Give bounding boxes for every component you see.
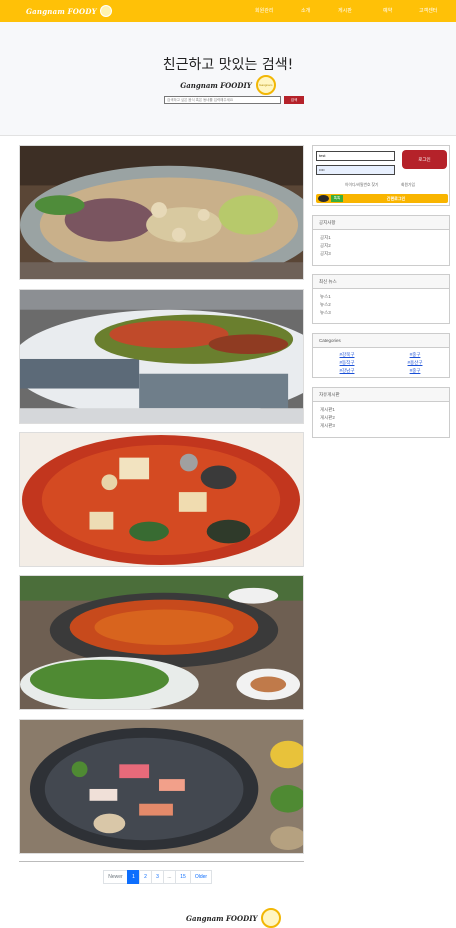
spicy-stew-photo — [20, 433, 303, 566]
login-button[interactable]: 로그인 — [402, 150, 447, 169]
categories-title: Categories — [313, 334, 449, 348]
brand-logo[interactable]: Gangnam FOODY — [26, 4, 112, 18]
sashimi-platter-photo — [20, 720, 303, 853]
jjigae-grill-photo — [20, 576, 303, 709]
boiled-pork-hotpot-photo — [20, 146, 303, 279]
footer-logo-text: Gangnam FOODIY — [186, 913, 258, 923]
feed-photo-1[interactable] — [19, 145, 304, 280]
notice-title: 공지사항 — [313, 216, 449, 230]
news-panel: 최신 뉴스 뉴스1 뉴스2 뉴스3 — [312, 274, 450, 324]
nav-item-reservation[interactable]: 예약 — [383, 7, 392, 14]
notice-panel: 공지사항 공지1 공지2 공지3 — [312, 215, 450, 266]
feed-photo-4[interactable] — [19, 575, 304, 710]
kakao-login-label: 간편로그인 — [386, 196, 406, 201]
feed-photo-2[interactable] — [19, 289, 304, 424]
nav-item-support[interactable]: 고객센터 — [419, 7, 437, 14]
free-board-item[interactable]: 게시판1 — [320, 406, 442, 414]
login-password-input[interactable]: •••• — [316, 165, 395, 175]
nav-item-board[interactable]: 게시판 — [338, 7, 352, 14]
notice-item[interactable]: 공지1 — [320, 234, 442, 242]
find-account-link[interactable]: 아이디/비밀번호 찾기 — [345, 183, 379, 188]
hero-logo: Gangnam FOODIY Gangnam — [168, 74, 288, 96]
news-item[interactable]: 뉴스2 — [320, 301, 442, 309]
hero-logo-text: Gangnam FOODIY — [180, 80, 252, 90]
category-link[interactable]: #중구 — [381, 367, 449, 375]
free-board-item[interactable]: 게시판2 — [320, 414, 442, 422]
page-older-button[interactable]: Older — [190, 870, 212, 884]
kakao-login-button[interactable]: 톡톡 간편로그인 — [316, 194, 448, 203]
free-board-title: 자유게시판 — [313, 388, 449, 402]
feed-photo-3[interactable] — [19, 432, 304, 567]
footer-logo-badge-icon — [261, 908, 282, 928]
footer-logo: Gangnam FOODIY — [186, 908, 282, 928]
category-link[interactable]: #강북구 — [313, 351, 381, 359]
hero-logo-badge-icon: Gangnam — [255, 75, 276, 95]
nav-item-about[interactable]: 소개 — [301, 7, 310, 14]
hero-title: 친근하고 맛있는 검색! — [162, 57, 294, 73]
feed-photo-5[interactable] — [19, 719, 304, 854]
notice-item[interactable]: 공지3 — [320, 250, 442, 258]
pagination: Newer 1 2 3 ... 15 Older — [103, 870, 212, 884]
news-title: 최신 뉴스 — [313, 275, 449, 289]
login-id-input[interactable]: test — [316, 151, 395, 161]
search-button[interactable]: 검색 — [284, 96, 304, 104]
brand-name: Gangnam FOODY — [26, 6, 97, 16]
feed-divider — [19, 861, 304, 862]
page-15-button[interactable]: 15 — [175, 870, 191, 884]
category-link[interactable]: #용산구 — [381, 359, 449, 367]
news-item[interactable]: 뉴스3 — [320, 309, 442, 317]
top-navbar: Gangnam FOODY 회원관리 소개 게시판 예약 고객센터 — [0, 0, 456, 22]
free-board-item[interactable]: 게시판3 — [320, 422, 442, 430]
free-board-panel: 자유게시판 게시판1 게시판2 게시판3 — [312, 387, 450, 438]
hero-section: 친근하고 맛있는 검색! Gangnam FOODIY Gangnam 검색하고… — [0, 22, 456, 136]
brand-badge-icon — [99, 5, 112, 17]
raw-fish-with-garnish-photo — [20, 290, 303, 423]
kakao-talk-icon — [318, 195, 329, 202]
categories-panel: Categories #강북구 #중구 #동작구 #용산구 #강남구 #중구 — [312, 333, 450, 378]
category-link[interactable]: #중구 — [381, 351, 449, 359]
login-box: test •••• 로그인 아이디/비밀번호 찾기 회원가입 톡톡 간편로그인 — [312, 145, 450, 206]
search-input[interactable]: 검색하고 싶은 음식 혹은 동네를 입력해주세요 — [164, 96, 281, 104]
kakao-badge: 톡톡 — [331, 195, 343, 202]
category-link[interactable]: #동작구 — [313, 359, 381, 367]
category-link[interactable]: #강남구 — [313, 367, 381, 375]
page-newer-button[interactable]: Newer — [103, 870, 128, 884]
signup-link[interactable]: 회원가입 — [401, 183, 415, 188]
nav-item-member[interactable]: 회원관리 — [255, 7, 273, 14]
news-item[interactable]: 뉴스1 — [320, 293, 442, 301]
notice-item[interactable]: 공지2 — [320, 242, 442, 250]
